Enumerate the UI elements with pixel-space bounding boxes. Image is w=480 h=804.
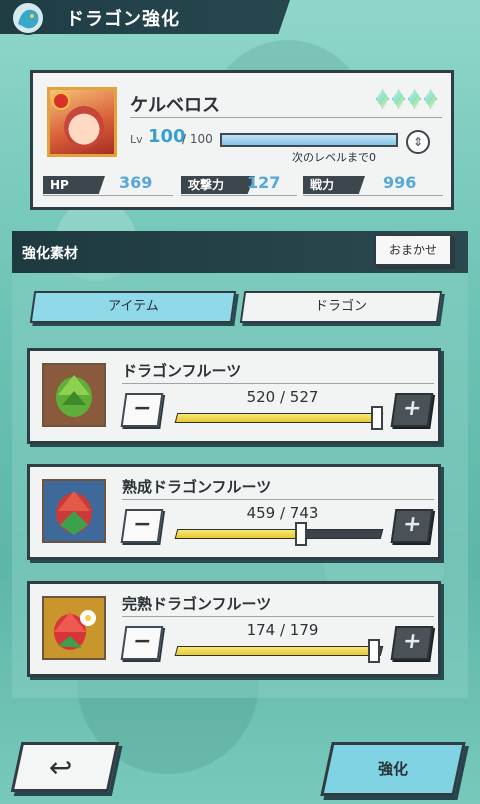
- page-title: ドラゴン強化: [66, 9, 180, 30]
- decrease-button[interactable]: −: [120, 509, 164, 543]
- character-name: ケルベロス: [130, 95, 220, 116]
- divider: [122, 499, 434, 500]
- auto-select-button[interactable]: おまかせ: [374, 234, 452, 266]
- materials-title: 強化素材: [22, 246, 78, 262]
- increase-button[interactable]: +: [390, 626, 434, 660]
- divider: [43, 195, 173, 196]
- increase-button[interactable]: +: [390, 509, 434, 543]
- increase-button[interactable]: +: [390, 393, 434, 427]
- next-level-text: 次のレベルまで0: [292, 151, 376, 164]
- item-name: ドラゴンフルーツ: [122, 362, 242, 380]
- stat-label-attack: 攻撃力: [181, 176, 255, 194]
- enhance-button[interactable]: 強化: [320, 742, 466, 796]
- character-portrait[interactable]: [47, 87, 117, 157]
- item-name: 完熟ドラゴンフルーツ: [122, 595, 272, 613]
- level-current: 100: [148, 126, 186, 147]
- gem-icon: [392, 89, 405, 109]
- tab-dragons[interactable]: ドラゴン: [239, 291, 443, 323]
- back-button[interactable]: ↩: [10, 742, 120, 792]
- item-count: 520 / 527: [246, 388, 319, 406]
- enhance-label: 強化: [377, 760, 408, 778]
- divider: [181, 195, 297, 196]
- tab-items-label: アイテム: [107, 299, 159, 314]
- green-dragon-fruit-icon: [42, 363, 106, 427]
- level-label: Lv: [130, 133, 143, 146]
- divider: [122, 616, 434, 617]
- gem-icon: [408, 89, 421, 109]
- element-badge-icon: [52, 92, 70, 110]
- gem-icon: [376, 89, 389, 109]
- stat-label-power: 戦力: [303, 176, 365, 194]
- slider-fill: [175, 414, 380, 422]
- item-name: 熟成ドラゴンフルーツ: [122, 478, 272, 496]
- flower-dragon-fruit-icon: [42, 596, 106, 660]
- decrease-button[interactable]: −: [120, 626, 164, 660]
- stat-value-attack: 127: [247, 173, 281, 192]
- character-face: [64, 106, 104, 148]
- sort-toggle-icon[interactable]: ⇕: [406, 130, 430, 154]
- slider-thumb[interactable]: [371, 406, 384, 430]
- item-count: 174 / 179: [246, 621, 319, 639]
- exp-bar: [220, 133, 398, 147]
- divider: [303, 195, 443, 196]
- material-item: 完熟ドラゴンフルーツ − 174 / 179 +: [27, 581, 441, 677]
- divider: [130, 117, 442, 118]
- rarity-gems: [376, 89, 437, 109]
- tab-items[interactable]: アイテム: [29, 291, 237, 323]
- gem-icon: [424, 89, 437, 109]
- exp-fill: [222, 135, 396, 145]
- material-item: ドラゴンフルーツ − 520 / 527 +: [27, 348, 441, 444]
- item-count: 459 / 743: [246, 504, 319, 522]
- tab-dragons-label: ドラゴン: [314, 299, 367, 314]
- slider-thumb[interactable]: [368, 639, 381, 663]
- red-dragon-fruit-icon: [42, 479, 106, 543]
- stat-label-hp: HP: [43, 176, 105, 194]
- character-card: ケルベロス Lv 100 / 100 次のレベルまで0 ⇕ HP 369 攻撃力…: [30, 70, 454, 210]
- material-item: 熟成ドラゴンフルーツ − 459 / 743 +: [27, 464, 441, 560]
- quantity-slider[interactable]: [174, 646, 384, 656]
- quantity-slider[interactable]: [174, 529, 384, 539]
- quantity-slider[interactable]: [174, 413, 384, 423]
- decrease-button[interactable]: −: [120, 393, 164, 427]
- level-max: / 100: [182, 132, 213, 146]
- dragon-emblem-icon: [11, 1, 45, 35]
- slider-fill: [175, 530, 305, 538]
- stat-value-power: 996: [383, 173, 417, 192]
- slider-fill: [175, 647, 377, 655]
- slider-thumb[interactable]: [295, 522, 308, 546]
- stat-value-hp: 369: [119, 173, 153, 192]
- divider: [122, 383, 434, 384]
- back-arrow-icon: ↩: [48, 751, 73, 784]
